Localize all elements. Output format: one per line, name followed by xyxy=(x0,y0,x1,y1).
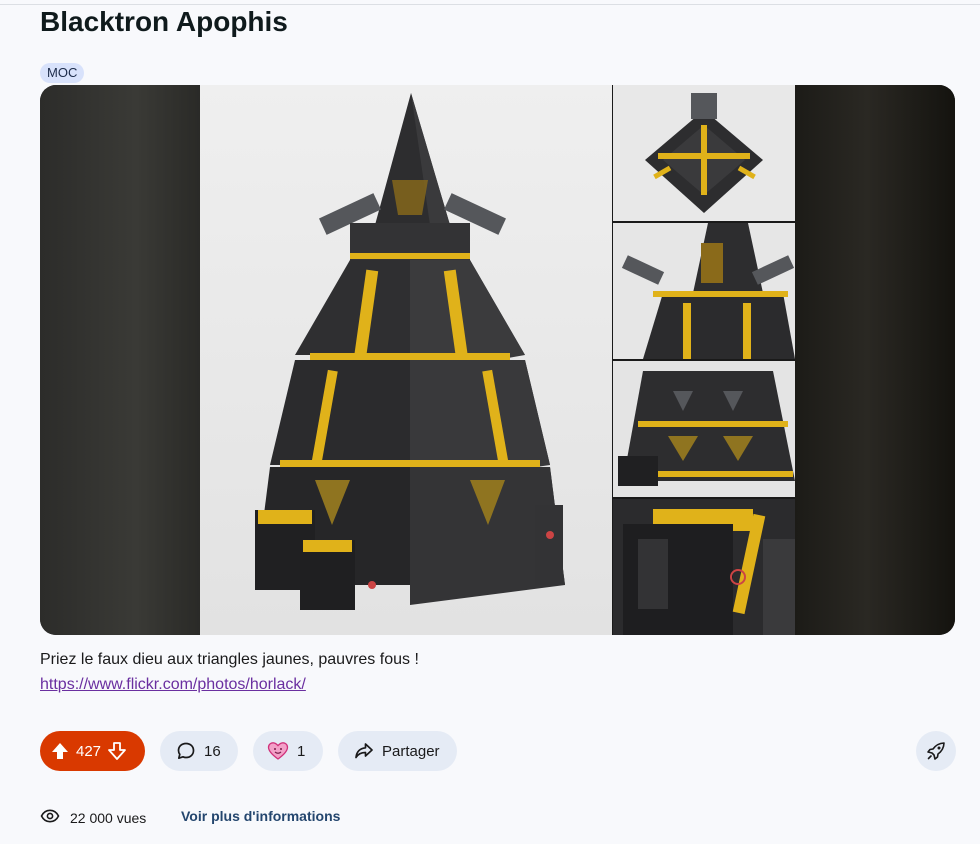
post-link[interactable]: https://www.flickr.com/photos/horlack/ xyxy=(40,676,306,694)
thumbnail-3[interactable] xyxy=(613,361,795,497)
gallery-backdrop-left xyxy=(40,85,200,635)
comment-count: 16 xyxy=(204,742,221,760)
post-flair[interactable]: MOC xyxy=(40,63,85,83)
post-description: Priez le faux dieu aux triangles jaunes,… xyxy=(40,651,419,668)
boost-icon xyxy=(926,741,946,761)
upvote-icon[interactable] xyxy=(50,741,70,761)
comments-button[interactable]: 16 xyxy=(160,731,238,771)
view-count-label: 22 000 vues xyxy=(70,809,147,826)
gallery-backdrop-right xyxy=(795,85,955,635)
view-count: 22 000 vues xyxy=(40,806,146,829)
share-label: Partager xyxy=(382,742,440,760)
vote-control: 427 xyxy=(40,731,145,771)
thumbnail-2[interactable] xyxy=(613,223,795,359)
top-divider xyxy=(0,4,980,5)
more-info-link[interactable]: Voir plus d'informations xyxy=(181,808,340,824)
comment-icon xyxy=(176,741,196,761)
boost-button[interactable] xyxy=(916,731,956,771)
vote-count: 427 xyxy=(76,742,102,760)
eye-icon xyxy=(40,806,60,829)
award-icon xyxy=(267,741,289,761)
award-count: 1 xyxy=(297,742,306,760)
share-icon xyxy=(354,741,374,761)
main-image[interactable] xyxy=(200,85,612,635)
share-button[interactable]: Partager xyxy=(338,731,457,771)
post-title: Blacktron Apophis xyxy=(40,6,288,37)
thumbnail-1[interactable] xyxy=(613,85,795,221)
image-gallery[interactable] xyxy=(40,85,955,635)
thumbnail-4[interactable] xyxy=(613,499,795,635)
downvote-icon[interactable] xyxy=(107,741,127,761)
award-button[interactable]: 1 xyxy=(253,731,323,771)
